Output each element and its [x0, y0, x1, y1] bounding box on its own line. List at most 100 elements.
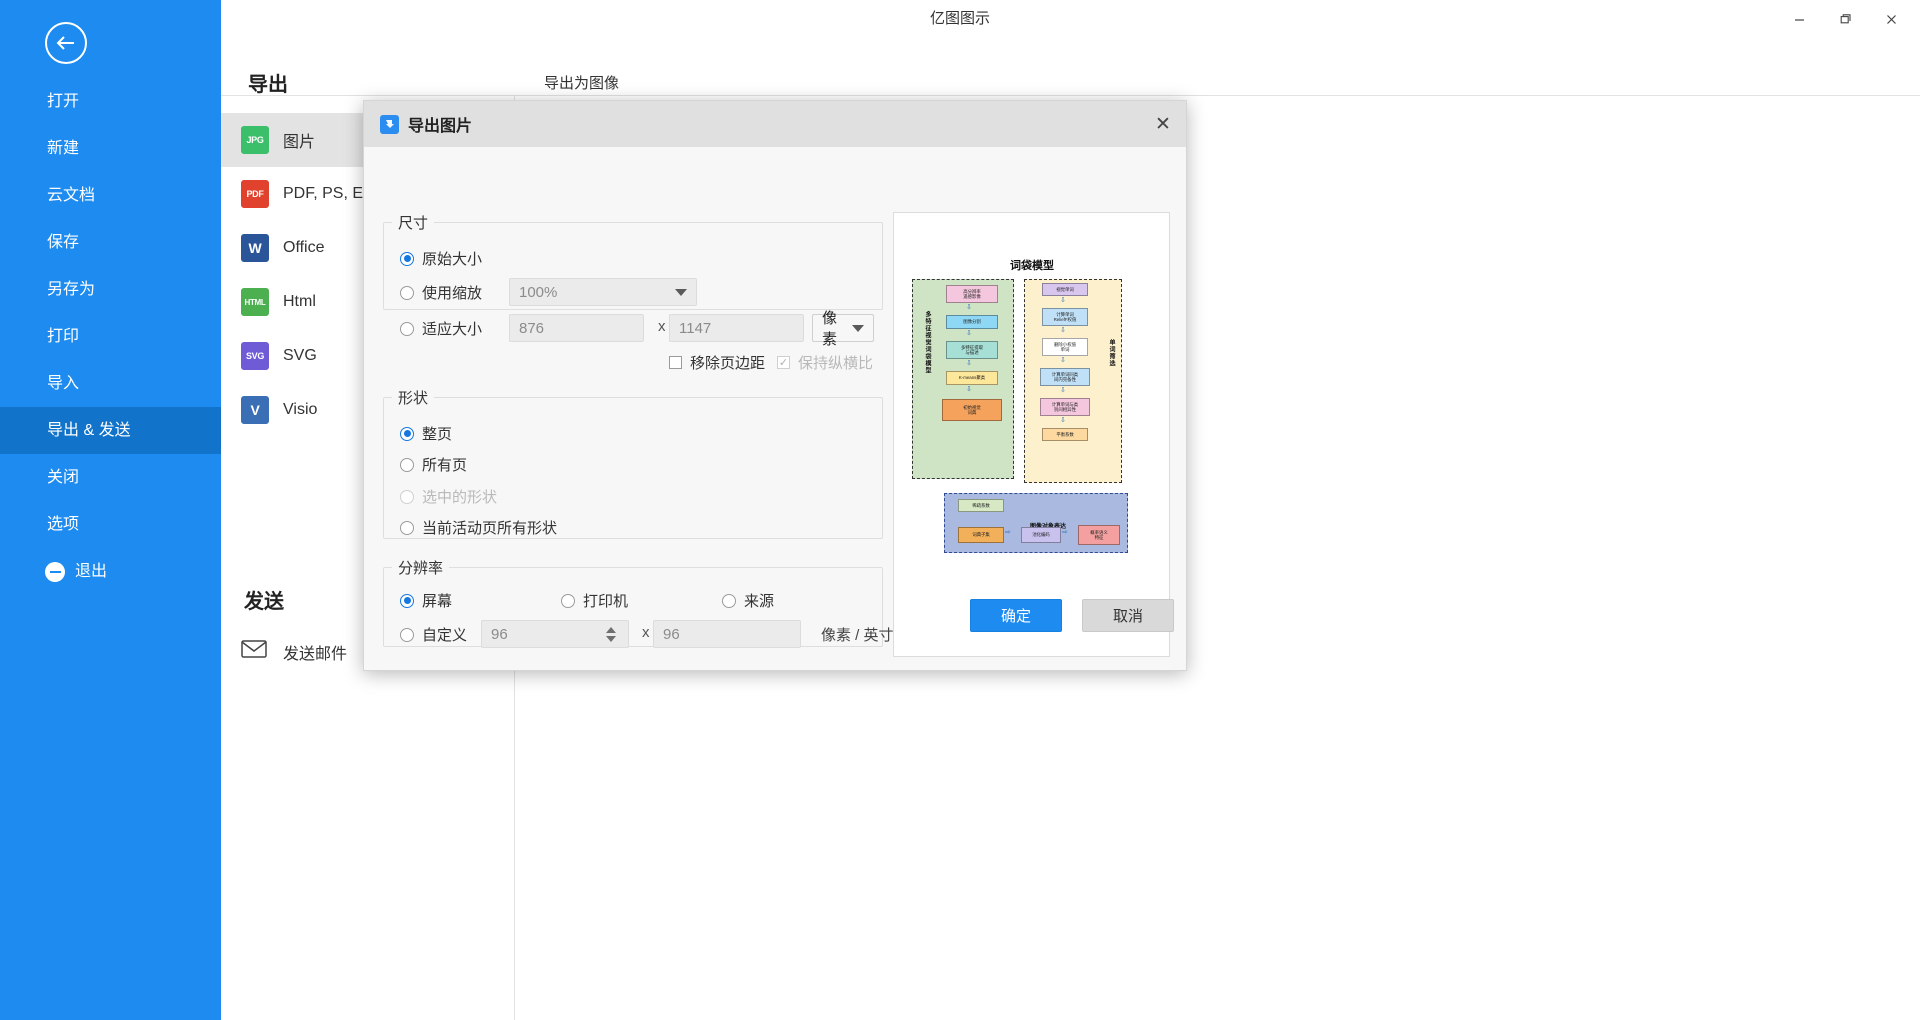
keep-ratio-option[interactable]: ✓ 保持纵横比	[777, 352, 873, 373]
printer-radio[interactable]	[561, 593, 575, 608]
size-group-legend: 尺寸	[398, 215, 429, 232]
remove-margin-option[interactable]: 移除页边距	[669, 352, 765, 373]
minimize-button[interactable]	[1776, 2, 1822, 36]
resolution-option-source[interactable]: 来源	[722, 590, 774, 611]
confirm-button[interactable]: 确定	[970, 599, 1062, 632]
active-page-shapes-radio[interactable]	[400, 520, 414, 535]
source-label: 来源	[744, 593, 775, 610]
dpi-x-value: 96	[491, 625, 508, 643]
all-pages-radio[interactable]	[400, 457, 414, 472]
preview-node: 概率语义 特征	[1078, 525, 1120, 545]
selected-shapes-radio	[400, 489, 414, 504]
svg-icon: SVG	[241, 342, 269, 370]
format-item-image-label: 图片	[283, 134, 316, 151]
cancel-button[interactable]: 取消	[1082, 599, 1174, 632]
sidebar-item-export-send[interactable]: 导出 & 发送	[0, 407, 221, 454]
preview-node: 计算单词 ReliefF权值	[1042, 308, 1088, 326]
chevron-down-icon	[675, 288, 687, 296]
close-window-button[interactable]	[1868, 2, 1914, 36]
pdf-icon: PDF	[241, 180, 269, 208]
sidebar-item-save[interactable]: 保存	[0, 219, 221, 266]
source-radio[interactable]	[722, 593, 736, 608]
restore-button[interactable]	[1822, 2, 1868, 36]
sidebar-item-options[interactable]: 选项	[0, 501, 221, 548]
custom-radio[interactable]	[400, 627, 414, 642]
close-icon[interactable]: ✕	[1150, 111, 1176, 137]
sidebar-item-close[interactable]: 关闭	[0, 454, 221, 501]
dpi-x-separator: x	[642, 624, 650, 641]
resolution-option-custom[interactable]: 自定义	[400, 624, 467, 645]
selected-shapes-label: 选中的形状	[422, 489, 498, 506]
fit-size-option[interactable]: 适应大小	[400, 318, 482, 339]
shape-option-active-page-shapes[interactable]: 当前活动页所有形状	[400, 517, 557, 538]
preview-page: 词袋模型 多特征视觉词袋模型 高分辨率 遥感影像 ⇩ 图像分割 ⇩ 多特征提取 与描…	[902, 255, 1162, 585]
sidebar-item-print[interactable]: 打印	[0, 313, 221, 360]
send-mail-item[interactable]: 发送邮件	[241, 638, 347, 665]
dpi-x-input[interactable]: 96	[481, 620, 629, 648]
remove-margin-label: 移除页边距	[690, 355, 766, 372]
visio-icon: V	[241, 396, 269, 424]
arrow-icon: ⇩	[1060, 357, 1066, 364]
back-arrow-icon[interactable]	[45, 22, 87, 64]
sidebar-item-import[interactable]: 导入	[0, 360, 221, 407]
custom-label: 自定义	[422, 627, 468, 644]
whole-page-radio[interactable]	[400, 426, 414, 441]
resolution-group-legend: 分辨率	[398, 560, 444, 577]
arrow-icon: ⇩	[1060, 387, 1066, 394]
html-icon: HTML	[241, 288, 269, 316]
export-subtitle: 导出为图像	[544, 75, 620, 92]
arrow-icon: ⇩	[1060, 417, 1066, 424]
fit-size-radio[interactable]	[400, 321, 414, 336]
window-controls	[1776, 0, 1914, 38]
dialog-header: 导出图片 ✕	[364, 101, 1186, 147]
preview-node: 删除小权值 单词	[1042, 338, 1088, 356]
fit-size-label: 适应大小	[422, 321, 483, 338]
format-item-visio-label: Visio	[283, 401, 318, 418]
unit-value: 像素	[822, 310, 838, 348]
shape-option-whole-page[interactable]: 整页	[400, 423, 452, 444]
use-scale-option[interactable]: 使用缩放	[400, 282, 482, 303]
sidebar-item-save-as[interactable]: 另存为	[0, 266, 221, 313]
sidebar-item-quit-label: 退出	[75, 563, 108, 580]
screen-radio[interactable]	[400, 593, 414, 608]
unit-dropdown[interactable]: 像素	[812, 310, 874, 348]
arrow-icon: ⇩	[966, 386, 972, 393]
preview-node: 图像分割	[946, 315, 998, 329]
sidebar-item-open[interactable]: 打开	[0, 78, 221, 125]
stepper-up-icon[interactable]	[606, 626, 616, 633]
export-pane-header	[221, 38, 1920, 96]
resolution-option-screen[interactable]: 屏幕	[400, 590, 452, 611]
arrow-icon: ⇩	[1060, 297, 1066, 304]
format-item-svg-label: SVG	[283, 347, 317, 364]
original-size-option[interactable]: 原始大小	[400, 248, 482, 269]
dpi-x-stepper[interactable]	[603, 626, 619, 642]
preview-node: 平衡系数	[1042, 428, 1088, 441]
dpi-y-input[interactable]: 96	[653, 620, 801, 648]
format-item-office-label: Office	[283, 239, 325, 256]
width-input[interactable]: 876	[509, 314, 644, 342]
office-icon: W	[241, 234, 269, 262]
resolution-option-printer[interactable]: 打印机	[561, 590, 628, 611]
sidebar-item-new[interactable]: 新建	[0, 125, 221, 172]
arrow-icon: ⇩	[1060, 327, 1066, 334]
sidebar-item-cloud-doc[interactable]: 云文档	[0, 172, 221, 219]
preview-node: 计算单词与类 别间相异性	[1040, 398, 1090, 416]
keep-ratio-label: 保持纵横比	[798, 355, 874, 372]
scale-value: 100%	[519, 283, 558, 301]
use-scale-radio[interactable]	[400, 285, 414, 300]
send-mail-label: 发送邮件	[283, 645, 348, 663]
shape-option-selected-shapes: 选中的形状	[400, 486, 497, 507]
shape-option-all-pages[interactable]: 所有页	[400, 454, 467, 475]
keep-ratio-checkbox[interactable]: ✓	[777, 356, 790, 369]
jpg-icon: JPG	[241, 126, 269, 154]
size-x-separator: x	[658, 318, 666, 335]
preview-diagram-title: 词袋模型	[1010, 260, 1054, 272]
stepper-down-icon[interactable]	[606, 635, 616, 642]
sidebar: 打开 新建 云文档 保存 另存为 打印 导入 导出 & 发送 关闭 选项 退出	[0, 0, 221, 1020]
sidebar-item-quit[interactable]: 退出	[0, 548, 221, 595]
remove-margin-checkbox[interactable]	[669, 356, 682, 369]
scale-value-dropdown[interactable]: 100%	[509, 278, 697, 306]
preview-panel: 词袋模型 多特征视觉词袋模型 高分辨率 遥感影像 ⇩ 图像分割 ⇩ 多特征提取 与描…	[893, 212, 1170, 657]
height-input[interactable]: 1147	[669, 314, 804, 342]
original-size-radio[interactable]	[400, 251, 414, 266]
